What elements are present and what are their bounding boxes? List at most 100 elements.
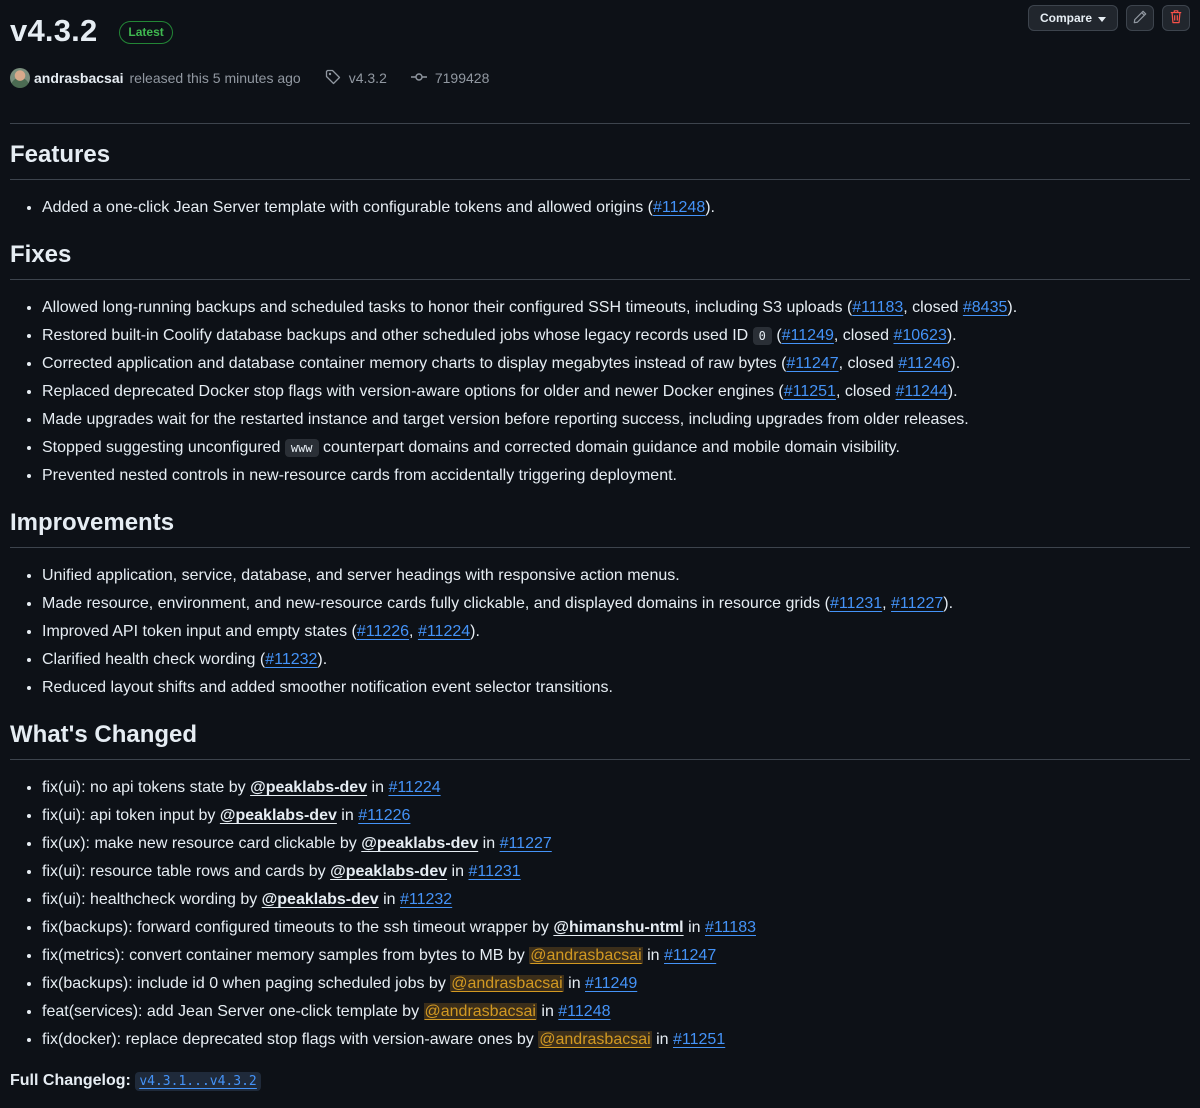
list-item: Prevented nested controls in new-resourc… [42,462,1190,490]
changelog-compare-link[interactable]: v4.3.1...v4.3.2 [135,1072,261,1091]
item-text: in [336,807,359,824]
whats-changed-heading: What's Changed [10,720,1190,760]
item-text: , [409,623,418,640]
released-text: released this 5 minutes ago [129,70,301,86]
triangle-down-icon [1098,11,1106,25]
item-text: Stopped suggesting unconfigured [42,439,285,456]
item-text: Corrected application and database conta… [42,355,787,372]
pr-link[interactable]: #11226 [358,807,410,824]
whats-changed-list: fix(ui): no api tokens state by @peaklab… [10,774,1190,1054]
item-text: fix(metrics): convert container memory s… [42,947,504,964]
list-item: Stopped suggesting unconfigured www coun… [42,434,1190,462]
list-item: fix(ui): api token input by @peaklabs-de… [42,802,1190,830]
release-header: v4.3.2 Latest Compare andrasbacsai relea… [10,5,1190,108]
pr-link[interactable]: #11224 [388,779,440,796]
compare-button[interactable]: Compare [1028,5,1118,31]
pr-link[interactable]: #11247 [786,355,838,372]
issue-link[interactable]: #11246 [898,355,950,372]
avatar[interactable] [10,68,30,88]
delete-button[interactable] [1162,5,1190,31]
pr-link[interactable]: #11231 [830,595,882,612]
item-text: by [224,779,251,796]
item-text: in [536,1003,559,1020]
list-item: Corrected application and database conta… [42,350,1190,378]
item-text: Made upgrades wait for the restarted ins… [42,411,969,428]
pr-link[interactable]: #11251 [784,383,836,400]
user-mention[interactable]: @himanshu-ntml [553,919,683,936]
pr-link[interactable]: #11249 [585,975,637,992]
item-text: in [478,835,500,852]
tag-link[interactable]: v4.3.2 [325,69,387,88]
item-text: in [367,779,389,796]
item-text: Prevented nested controls in new-resourc… [42,467,677,484]
item-text: Improved API token input and empty state… [42,623,357,640]
item-text: counterpart domains and corrected domain… [318,439,900,456]
fixes-section: Fixes Allowed long-running backups and s… [10,240,1190,490]
pr-link[interactable]: #11251 [673,1031,725,1048]
user-mention[interactable]: @peaklabs-dev [361,835,478,852]
issue-link[interactable]: #8435 [963,299,1008,316]
user-mention[interactable]: @peaklabs-dev [220,807,337,824]
self-mention[interactable]: @andrasbacsai [423,1003,537,1020]
title-row: v4.3.2 Latest [10,8,1190,54]
item-text: fix(ui): resource table rows and cards [42,863,305,880]
pr-link[interactable]: #11249 [782,327,834,344]
list-item: fix(backups): include id 0 when paging s… [42,970,1190,998]
list-item: fix(backups): forward configured timeout… [42,914,1190,942]
item-text: , closed [903,299,963,316]
user-mention[interactable]: @peaklabs-dev [330,863,447,880]
pr-link[interactable]: #11226 [357,623,409,640]
pr-link[interactable]: #11183 [705,919,756,936]
fixes-heading: Fixes [10,240,1190,280]
whats-changed-section: What's Changed fix(ui): no api tokens st… [10,720,1190,1054]
item-text: Restored built-in Coolify database backu… [42,327,753,344]
pr-link[interactable]: #11232 [400,891,452,908]
item-text: Made resource, environment, and new-reso… [42,595,830,612]
release-notes: Features Added a one-click Jean Server t… [10,140,1190,1091]
list-item: Unified application, service, database, … [42,562,1190,590]
user-mention[interactable]: @peaklabs-dev [262,891,379,908]
pr-link[interactable]: #11231 [468,863,520,880]
item-text: ). [705,199,715,216]
issue-link[interactable]: #11244 [896,383,948,400]
pr-link[interactable]: #11232 [265,651,317,668]
changelog-range: v4.3.1...v4.3.2 [135,1072,261,1091]
release-title[interactable]: v4.3.2 [10,13,97,49]
item-text: by [527,919,554,936]
features-section: Features Added a one-click Jean Server t… [10,140,1190,222]
list-item: fix(ui): no api tokens state by @peaklab… [42,774,1190,802]
latest-badge: Latest [119,20,173,44]
fixes-list: Allowed long-running backups and schedul… [10,294,1190,490]
edit-button[interactable] [1126,5,1154,31]
self-mention[interactable]: @andrasbacsai [450,975,564,992]
author-link[interactable]: andrasbacsai [34,70,124,86]
pr-link[interactable]: #11227 [891,595,943,612]
commit-link[interactable]: 7199428 [410,69,489,88]
item-text: in [683,919,705,936]
commit-icon [410,69,427,88]
item-text: ). [1007,299,1018,316]
list-item: fix(ui): resource table rows and cards b… [42,858,1190,886]
pr-link[interactable]: #11248 [653,199,705,216]
features-list: Added a one-click Jean Server template w… [10,194,1190,222]
tag-label: v4.3.2 [348,70,387,86]
pr-link[interactable]: #11224 [418,623,470,640]
item-text: by [235,891,262,908]
item-text: ). [470,623,480,640]
item-text: in [447,863,469,880]
self-mention[interactable]: @andrasbacsai [529,947,643,964]
item-text: ). [950,355,961,372]
pr-link[interactable]: #11248 [558,1003,610,1020]
pr-link[interactable]: #11183 [852,299,903,316]
pr-link[interactable]: #11247 [664,947,716,964]
list-item: Improved API token input and empty state… [42,618,1190,646]
release-actions: Compare [1028,5,1190,31]
list-item: Made upgrades wait for the restarted ins… [42,406,1190,434]
pr-link[interactable]: #11227 [500,835,552,852]
item-text: Clarified health check wording ( [42,651,266,668]
issue-link[interactable]: #10623 [893,327,946,344]
user-mention[interactable]: @peaklabs-dev [250,779,367,796]
self-mention[interactable]: @andrasbacsai [538,1031,652,1048]
compare-label: Compare [1039,11,1092,25]
item-text: Reduced layout shifts and added smoother… [42,679,613,696]
